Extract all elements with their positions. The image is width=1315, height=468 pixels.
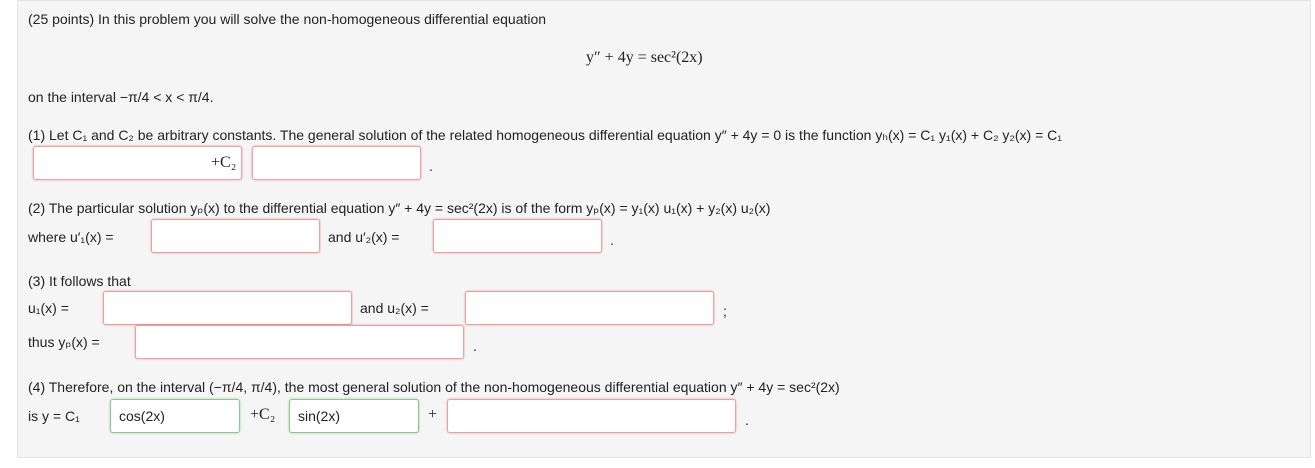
part3-text: (3) It follows that — [28, 273, 131, 289]
part3-u1-label: u₁(x) = — [28, 300, 69, 316]
main-equation: y″ + 4y = sec²(2x) — [586, 49, 703, 66]
part4-rest-input[interactable] — [447, 399, 736, 433]
part2-u1prime-input[interactable] — [151, 219, 320, 253]
part4-c1-answer-input[interactable]: cos(2x) — [110, 399, 240, 433]
interval-text: on the interval −π/4 < x < π/4. — [28, 89, 214, 105]
part1-answer2-input[interactable] — [252, 146, 421, 180]
part4-plus: + — [428, 406, 438, 423]
part4-c2-answer-input[interactable]: sin(2x) — [289, 399, 419, 433]
part2-u2prime-input[interactable] — [433, 219, 602, 253]
part3-and-label: and u₂(x) = — [360, 300, 429, 316]
part3-thus-label: thus yₚ(x) = — [28, 334, 100, 350]
part1-text: (1) Let C₁ and C₂ be arbitrary constants… — [28, 127, 1062, 143]
problem-panel: (25 points) In this problem you will sol… — [17, 0, 1311, 458]
part1-plus-c2: +C₂ — [211, 154, 237, 171]
part4-is-label: is y = C₁ — [28, 408, 80, 424]
part1-trail: . — [429, 158, 433, 174]
part2-and-label: and u′₂(x) = — [328, 229, 400, 245]
part4-plus-c2: +C₂ — [250, 406, 276, 423]
part3-trail2: . — [473, 338, 477, 354]
part3-trail1: ; — [723, 303, 727, 319]
problem-header: (25 points) In this problem you will sol… — [28, 11, 547, 27]
part3-u2-input[interactable] — [465, 291, 714, 325]
part4-text: (4) Therefore, on the interval (−π/4, π/… — [28, 379, 840, 395]
part4-trail: . — [745, 412, 749, 428]
part3-u1-input[interactable] — [103, 291, 352, 325]
part2-trail: . — [610, 232, 614, 248]
part2-where-label: where u′₁(x) = — [28, 229, 114, 245]
part3-yp-input[interactable] — [135, 325, 464, 359]
part2-text: (2) The particular solution yₚ(x) to the… — [28, 200, 771, 216]
